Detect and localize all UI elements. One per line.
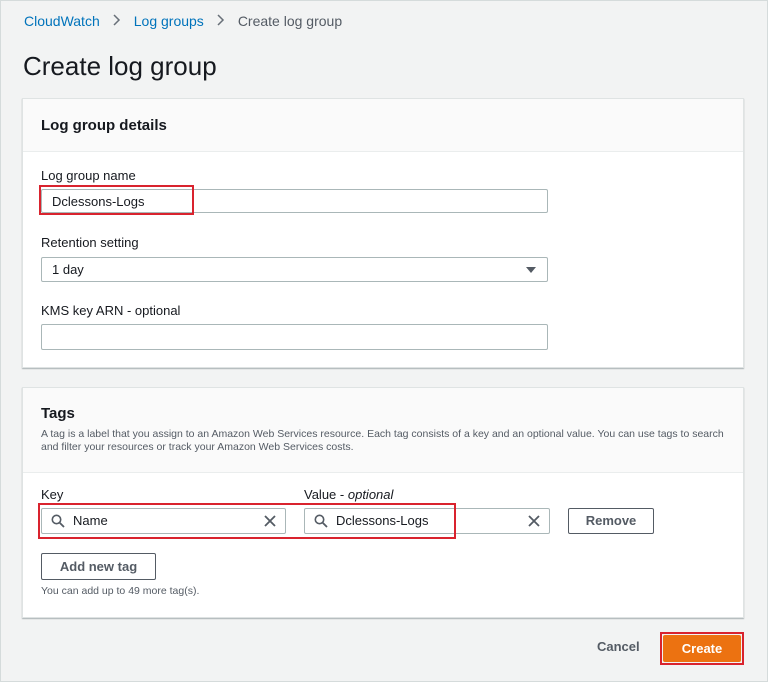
chevron-right-icon [111, 13, 123, 29]
page-frame: CloudWatch Log groups Create log group C… [0, 0, 768, 682]
retention-setting-select[interactable]: 1 day [41, 257, 548, 282]
log-group-name-value: Dclessons-Logs [52, 194, 145, 209]
tag-key-input[interactable]: Name [41, 508, 286, 534]
search-icon [51, 514, 65, 528]
breadcrumb-current: Create log group [237, 13, 343, 29]
breadcrumb-log-groups[interactable]: Log groups [134, 13, 204, 29]
kms-key-arn-label: KMS key ARN - optional [41, 303, 181, 318]
create-button[interactable]: Create [663, 635, 741, 662]
tags-description: A tag is a label that you assign to an A… [41, 428, 724, 453]
log-group-name-label: Log group name [41, 168, 136, 183]
tag-value-value: Dclessons-Logs [336, 513, 429, 528]
tag-value-label-text: Value [304, 487, 337, 502]
page-title: Create log group [23, 51, 217, 81]
retention-setting-value: 1 day [52, 262, 84, 277]
close-icon[interactable] [527, 514, 541, 528]
breadcrumb-cloudwatch[interactable]: CloudWatch [24, 13, 100, 29]
caret-down-icon [526, 267, 536, 273]
tag-value-label: Value - optional [304, 487, 394, 502]
tags-panel: Tags A tag is a label that you assign to… [22, 387, 744, 618]
retention-setting-label: Retention setting [41, 235, 139, 250]
cancel-button[interactable]: Cancel [597, 639, 640, 654]
chevron-right-icon [215, 13, 227, 29]
add-new-tag-button[interactable]: Add new tag [41, 553, 156, 580]
tag-value-input[interactable]: Dclessons-Logs [304, 508, 550, 534]
panel-title: Log group details [41, 117, 167, 134]
panel-header: Log group details [23, 99, 743, 152]
tag-key-label: Key [41, 487, 64, 502]
kms-key-arn-input[interactable] [41, 324, 548, 350]
panel-title: Tags [41, 405, 75, 422]
log-group-details-panel: Log group details Log group name Dclesso… [22, 98, 744, 368]
panel-header: Tags A tag is a label that you assign to… [23, 388, 743, 473]
tags-limit-hint: You can add up to 49 more tag(s). [41, 585, 200, 597]
tag-value-label-suffix: optional [347, 487, 394, 502]
log-group-name-input[interactable]: Dclessons-Logs [41, 189, 548, 213]
remove-tag-button[interactable]: Remove [568, 508, 654, 534]
breadcrumb: CloudWatch Log groups Create log group [24, 13, 342, 29]
search-icon [314, 514, 328, 528]
close-icon[interactable] [263, 514, 277, 528]
tag-key-value: Name [73, 513, 108, 528]
